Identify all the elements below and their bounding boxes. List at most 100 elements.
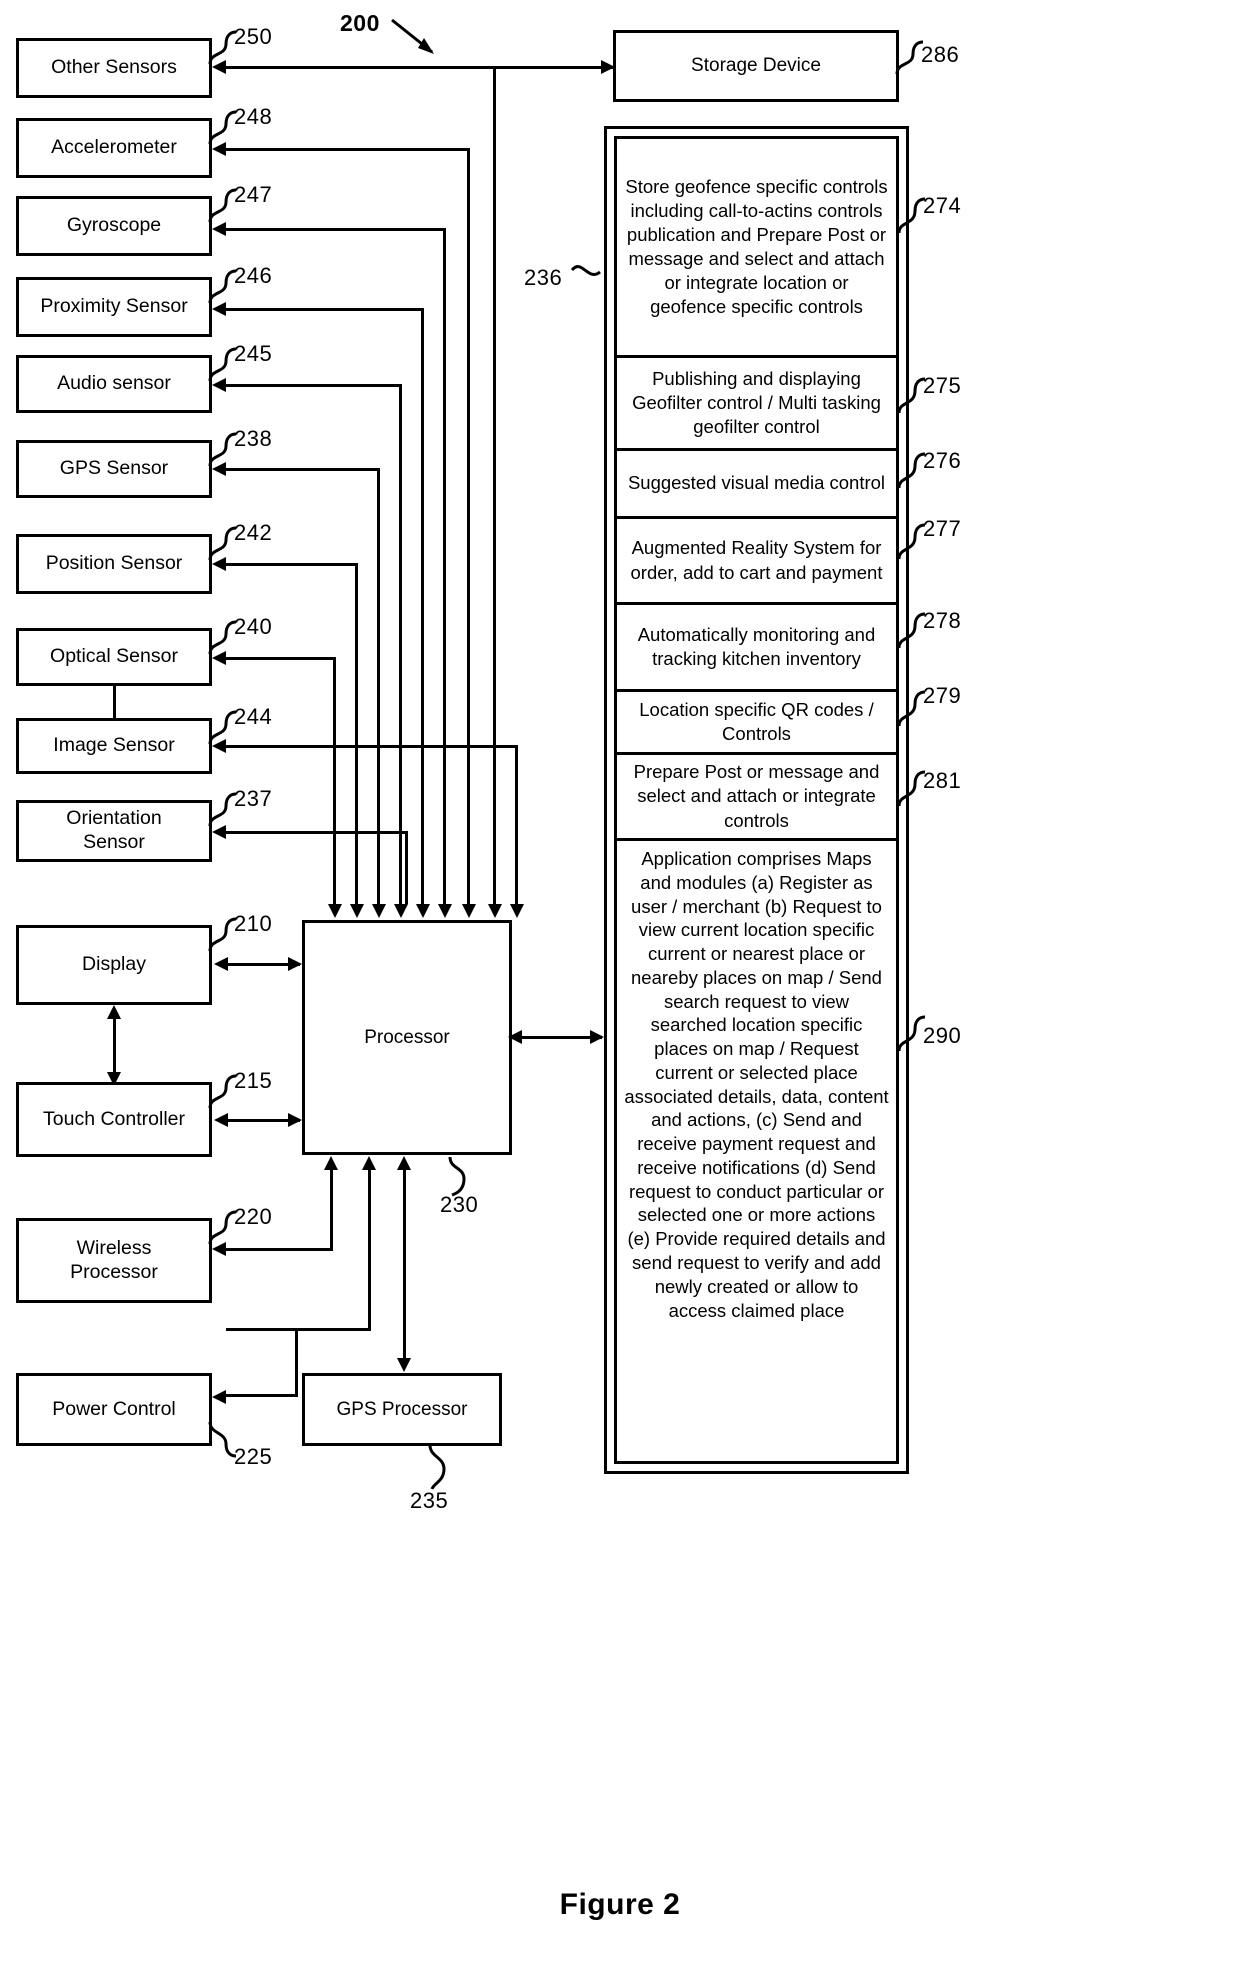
arrow-into-accelerometer	[212, 142, 226, 156]
bus-optical-v	[333, 657, 336, 904]
block-label: Image Sensor	[53, 734, 175, 757]
arrow-bus-accelerometer-down	[462, 904, 476, 918]
arrow-into-audio	[212, 378, 226, 392]
block-proximity-sensor: Proximity Sensor	[16, 277, 212, 337]
block-touch-controller: Touch Controller	[16, 1082, 212, 1157]
block-label: Accelerometer	[51, 136, 177, 159]
bus-power-h	[226, 1328, 371, 1331]
bus-wireless-h	[226, 1248, 333, 1251]
ref-286: 286	[921, 42, 960, 67]
arrow-into-other-sensors	[212, 60, 226, 74]
bus-proximity-h	[226, 308, 424, 311]
module-text: Suggested visual media control	[627, 472, 886, 494]
lead-235	[428, 1444, 446, 1490]
ref-238: 238	[234, 426, 273, 451]
ref-274: 274	[923, 193, 962, 218]
lead-236	[570, 265, 601, 276]
module-text: Augmented Reality System for order, add …	[630, 537, 883, 583]
arrow-into-wireless	[212, 1242, 226, 1256]
bus-wireless-v	[330, 1168, 333, 1251]
ref-225: 225	[234, 1444, 273, 1469]
block-label: Touch Controller	[43, 1107, 185, 1130]
bus-gyroscope-v	[443, 228, 446, 904]
block-label: Display	[82, 953, 146, 976]
block-image-sensor: Image Sensor	[16, 718, 212, 774]
arrow-modules-left	[508, 1030, 522, 1044]
bus-position-h	[226, 563, 358, 566]
module-text: Automatically monitoring and tracking ki…	[637, 623, 876, 669]
bus-power-v	[368, 1168, 371, 1331]
arrow-up-display	[107, 1005, 121, 1019]
block-label: Proximity Sensor	[40, 295, 188, 318]
bus-orientation-h	[226, 831, 408, 834]
block-label: Position Sensor	[45, 552, 183, 575]
bus-gps-sensor-h	[226, 468, 380, 471]
ref-275: 275	[923, 373, 962, 398]
arrow-bus-proximity-down	[416, 904, 430, 918]
ref-210: 210	[234, 911, 273, 936]
module-text: Store geofence specific controls includi…	[625, 175, 888, 318]
ref-246: 246	[234, 263, 273, 288]
block-display: Display	[16, 925, 212, 1005]
block-storage-device: Storage Device	[613, 30, 899, 102]
bus-proximity-v	[421, 308, 424, 904]
ref-242: 242	[234, 520, 273, 545]
module-text: Publishing and displaying Geofilter cont…	[632, 367, 881, 438]
module-290: Application comprises Maps and modules (…	[617, 841, 896, 1461]
bus-power-h2	[226, 1394, 298, 1397]
bus-optical-h	[226, 657, 336, 660]
arrow-display-right	[288, 957, 302, 971]
arrow-power-up	[362, 1156, 376, 1170]
arrow-gpsproc-down	[397, 1358, 411, 1372]
block-label: Gyroscope	[66, 214, 162, 237]
block-label: GPS Processor	[336, 1398, 468, 1420]
ref-240: 240	[234, 614, 273, 639]
arrow-into-gps-sensor	[212, 462, 226, 476]
arrow-gpsproc-up	[397, 1156, 411, 1170]
bus-orientation-v	[405, 831, 408, 904]
arrow-display-left	[214, 957, 228, 971]
block-gps-processor: GPS Processor	[302, 1373, 502, 1446]
ref-215: 215	[234, 1068, 273, 1093]
ref-247: 247	[234, 182, 273, 207]
module-275: Publishing and displaying Geofilter cont…	[617, 358, 896, 451]
arrow-bus-optical-down	[328, 904, 342, 918]
arrow-modules-right	[590, 1030, 604, 1044]
block-label: Wireless Processor	[70, 1236, 158, 1283]
module-text: Prepare Post or message and select and a…	[633, 761, 880, 831]
block-label: Processor	[364, 1026, 450, 1048]
ref-236: 236	[524, 265, 563, 290]
bus-position-v	[355, 563, 358, 904]
arrow-into-position	[212, 557, 226, 571]
module-281: Prepare Post or message and select and a…	[617, 755, 896, 841]
arrow-into-gyroscope	[212, 222, 226, 236]
module-text: Application comprises Maps and modules (…	[624, 848, 889, 1321]
arrow-bus-gps-sensor-down	[372, 904, 386, 918]
bus-other-sensors-v	[493, 66, 496, 904]
ref-250: 250	[234, 24, 273, 49]
ref-278: 278	[923, 608, 962, 633]
arrow-bus-other-sensors-down	[488, 904, 502, 918]
ref-248: 248	[234, 104, 273, 129]
block-wireless-processor: Wireless Processor	[16, 1218, 212, 1303]
arrow-into-proximity	[212, 302, 226, 316]
bus-audio-v	[399, 384, 402, 904]
figure-canvas: 200 Other Sensors 250 Accelerometer 248 …	[0, 0, 1240, 1973]
ref-220: 220	[234, 1204, 273, 1229]
bus-other-sensors-h	[226, 66, 496, 69]
ref-245: 245	[234, 341, 273, 366]
block-label: Orientation Sensor	[66, 807, 162, 853]
block-gps-sensor: GPS Sensor	[16, 440, 212, 498]
block-label: GPS Sensor	[59, 457, 169, 480]
module-274: Store geofence specific controls includi…	[617, 139, 896, 358]
ref-230: 230	[440, 1192, 479, 1217]
bus-gps-sensor-v	[377, 468, 380, 904]
ref-290: 290	[923, 1023, 962, 1048]
block-gyroscope: Gyroscope	[16, 196, 212, 256]
bus-gpsproc-v	[403, 1168, 406, 1368]
ref-276: 276	[923, 448, 962, 473]
arrow-bus-audio-down	[394, 904, 408, 918]
bus-accelerometer-h	[226, 148, 470, 151]
block-orientation-sensor: Orientation Sensor	[16, 800, 212, 862]
arrow-bus-image-down	[510, 904, 524, 918]
